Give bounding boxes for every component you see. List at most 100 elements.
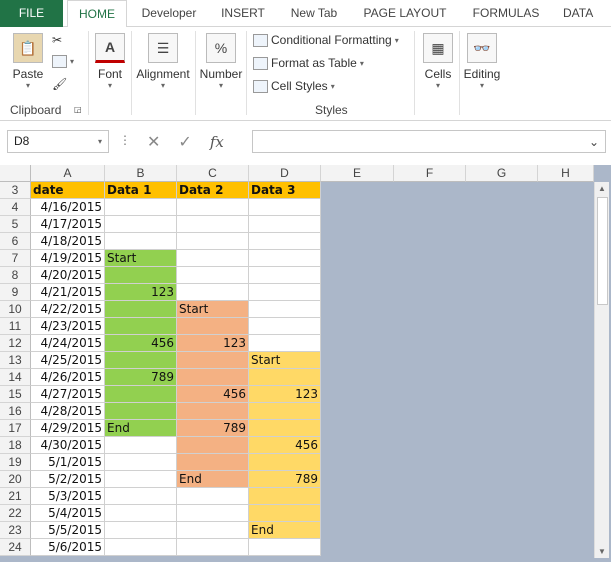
row-header[interactable]: 24 — [0, 539, 31, 556]
column-header-g[interactable]: G — [466, 165, 538, 182]
table-cell[interactable] — [249, 539, 321, 556]
cut-button[interactable]: ✂ — [52, 33, 62, 47]
table-cell[interactable] — [177, 284, 249, 301]
table-cell[interactable] — [249, 233, 321, 250]
row-header[interactable]: 23 — [0, 522, 31, 539]
table-cell[interactable] — [249, 216, 321, 233]
insert-function-icon[interactable]: fx — [210, 133, 224, 151]
row-header[interactable]: 3 — [0, 182, 31, 199]
column-header-a[interactable]: A — [31, 165, 105, 182]
row-header[interactable]: 10 — [0, 301, 31, 318]
table-cell[interactable] — [249, 505, 321, 522]
table-cell[interactable]: Start — [177, 301, 249, 318]
table-cell[interactable]: 4/25/2015 — [31, 352, 105, 369]
dialog-launcher-icon[interactable]: ◲ — [74, 105, 82, 114]
paste-button[interactable]: 📋 Paste ▾ — [8, 33, 48, 91]
table-cell[interactable]: 5/2/2015 — [31, 471, 105, 488]
row-header[interactable]: 9 — [0, 284, 31, 301]
table-cell[interactable]: 789 — [249, 471, 321, 488]
select-all-corner[interactable] — [0, 165, 31, 182]
cancel-icon[interactable]: ✕ — [147, 132, 160, 152]
format-painter-button[interactable]: 🖌 — [52, 77, 67, 91]
tab-file[interactable]: FILE — [0, 0, 63, 27]
row-header[interactable]: 5 — [0, 216, 31, 233]
table-cell[interactable]: 4/29/2015 — [31, 420, 105, 437]
number-button[interactable]: % Number ▾ — [198, 33, 244, 91]
table-cell[interactable]: Start — [105, 250, 177, 267]
table-cell[interactable] — [249, 335, 321, 352]
worksheet-grid[interactable]: A B C D E F G H 3 4 5 6 7 8 9 10 11 12 13 14 15 16 17 18 19 20 21 2… — [0, 165, 611, 562]
table-cell[interactable] — [105, 267, 177, 284]
scroll-thumb[interactable] — [597, 197, 608, 305]
table-cell[interactable]: 456 — [249, 437, 321, 454]
header-cell-c[interactable]: Data 2 — [177, 182, 249, 199]
table-cell[interactable]: 5/5/2015 — [31, 522, 105, 539]
table-cell[interactable]: 4/17/2015 — [31, 216, 105, 233]
row-header[interactable]: 11 — [0, 318, 31, 335]
tab-page-layout[interactable]: PAGE LAYOUT — [355, 0, 455, 27]
table-cell[interactable] — [105, 522, 177, 539]
table-cell[interactable]: End — [177, 471, 249, 488]
table-cell[interactable] — [249, 454, 321, 471]
row-header[interactable]: 14 — [0, 369, 31, 386]
table-cell[interactable] — [177, 199, 249, 216]
drag-handle-icon[interactable]: ⋮ — [119, 133, 131, 147]
row-header[interactable]: 22 — [0, 505, 31, 522]
table-cell[interactable] — [105, 454, 177, 471]
expand-formula-bar-icon[interactable]: ⌄ — [589, 135, 599, 149]
alignment-button[interactable]: ☰ Alignment ▾ — [134, 33, 192, 91]
table-cell[interactable] — [105, 539, 177, 556]
table-cell[interactable] — [105, 233, 177, 250]
table-cell[interactable] — [105, 403, 177, 420]
row-header[interactable]: 13 — [0, 352, 31, 369]
table-cell[interactable] — [249, 420, 321, 437]
table-cell[interactable]: 123 — [249, 386, 321, 403]
table-cell[interactable]: 4/28/2015 — [31, 403, 105, 420]
tab-new-tab[interactable]: New Tab — [279, 0, 349, 27]
table-cell[interactable] — [177, 403, 249, 420]
column-header-f[interactable]: F — [394, 165, 466, 182]
table-cell[interactable] — [177, 233, 249, 250]
table-cell[interactable] — [249, 369, 321, 386]
vertical-scrollbar[interactable]: ▲ ▼ — [594, 182, 609, 558]
table-cell[interactable] — [105, 386, 177, 403]
table-cell[interactable] — [249, 284, 321, 301]
chevron-down-icon[interactable]: ▾ — [98, 131, 102, 152]
scroll-down-icon[interactable]: ▼ — [598, 547, 606, 556]
header-cell-b[interactable]: Data 1 — [105, 182, 177, 199]
table-cell[interactable]: 5/4/2015 — [31, 505, 105, 522]
table-cell[interactable] — [177, 539, 249, 556]
column-header-d[interactable]: D — [249, 165, 321, 182]
table-cell[interactable] — [249, 199, 321, 216]
table-cell[interactable] — [105, 488, 177, 505]
table-cell[interactable] — [105, 352, 177, 369]
column-header-h[interactable]: H — [538, 165, 594, 182]
formula-input[interactable]: ⌄ — [252, 130, 606, 153]
table-cell[interactable]: 4/30/2015 — [31, 437, 105, 454]
name-box[interactable]: D8 ▾ — [7, 130, 109, 153]
row-header[interactable]: 8 — [0, 267, 31, 284]
tab-developer[interactable]: Developer — [131, 0, 207, 27]
table-cell[interactable]: 123 — [105, 284, 177, 301]
column-header-e[interactable]: E — [321, 165, 394, 182]
table-cell[interactable]: 4/23/2015 — [31, 318, 105, 335]
table-cell[interactable] — [249, 318, 321, 335]
table-cell[interactable] — [177, 318, 249, 335]
table-cell[interactable] — [249, 301, 321, 318]
table-cell[interactable]: 4/21/2015 — [31, 284, 105, 301]
table-cell[interactable] — [105, 505, 177, 522]
table-cell[interactable]: Start — [249, 352, 321, 369]
table-cell[interactable]: 456 — [105, 335, 177, 352]
table-cell[interactable]: 123 — [177, 335, 249, 352]
table-cell[interactable] — [177, 505, 249, 522]
row-header[interactable]: 4 — [0, 199, 31, 216]
table-cell[interactable] — [177, 267, 249, 284]
row-header[interactable]: 6 — [0, 233, 31, 250]
table-cell[interactable]: 789 — [105, 369, 177, 386]
cell-styles-button[interactable]: Cell Styles ▾ — [253, 79, 335, 93]
copy-button[interactable]: ▾ — [52, 55, 74, 68]
table-cell[interactable] — [249, 403, 321, 420]
table-cell[interactable] — [249, 250, 321, 267]
table-cell[interactable] — [177, 369, 249, 386]
table-cell[interactable] — [177, 488, 249, 505]
